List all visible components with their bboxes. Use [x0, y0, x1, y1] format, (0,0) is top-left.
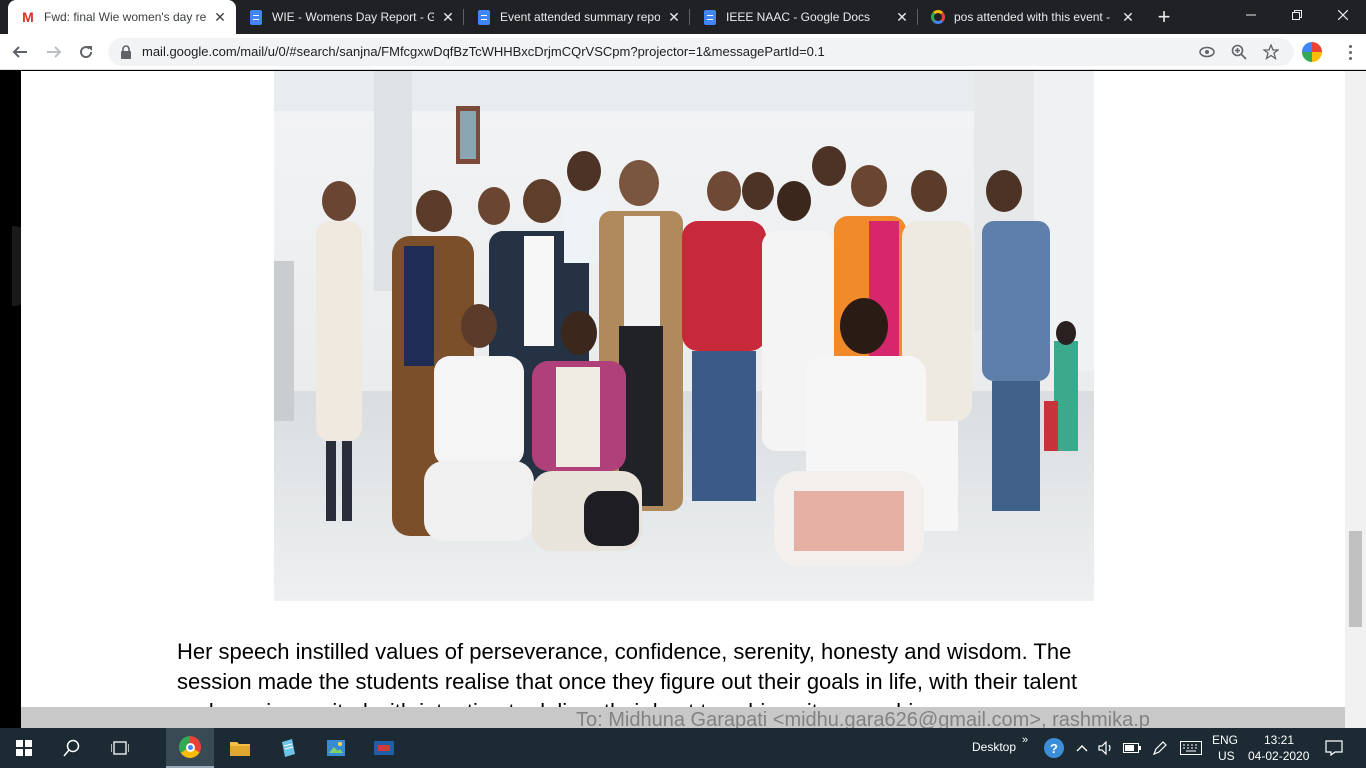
- pen-icon: [1152, 741, 1167, 756]
- search-button[interactable]: [48, 728, 96, 768]
- close-icon[interactable]: ✕: [1120, 9, 1136, 25]
- taskbar-chrome[interactable]: [166, 728, 214, 768]
- attachment-viewer: Her speech instilled values of persevera…: [0, 71, 1366, 731]
- chrome-icon: [179, 736, 201, 758]
- arrow-right-icon: [47, 46, 62, 58]
- remote-desktop-icon: [374, 741, 394, 755]
- task-view-button[interactable]: [96, 728, 144, 768]
- star-icon[interactable]: [1262, 43, 1280, 61]
- tab-strip: M Fwd: final Wie women's day re ✕ WIE - …: [0, 0, 1366, 34]
- action-center-button[interactable]: [1316, 728, 1352, 768]
- group-photo: [274, 71, 1094, 601]
- eye-icon[interactable]: [1198, 43, 1216, 61]
- image-icon: [327, 740, 345, 756]
- clock-date[interactable]: 04-02-2020: [1248, 749, 1309, 763]
- menu-icon[interactable]: [1340, 40, 1360, 64]
- search-icon: [63, 739, 80, 757]
- taskbar-app[interactable]: [360, 728, 408, 768]
- lock-icon: [121, 45, 131, 59]
- taskbar-notepad[interactable]: [264, 728, 312, 768]
- minimize-button[interactable]: [1228, 0, 1274, 30]
- language-indicator[interactable]: ENG: [1212, 733, 1238, 747]
- notification-icon: [1325, 740, 1343, 756]
- docs-icon: [248, 9, 264, 25]
- volume-button[interactable]: [1094, 728, 1118, 768]
- close-icon[interactable]: ✕: [212, 9, 228, 25]
- speaker-icon: [1098, 741, 1111, 755]
- windows-icon: [16, 740, 32, 756]
- url-text: mail.google.com/mail/u/0/#search/sanjna/…: [142, 44, 825, 59]
- reload-button[interactable]: [72, 38, 100, 66]
- tab-event-summary[interactable]: Event attended summary repor ✕: [464, 0, 690, 34]
- tab-title: Event attended summary repor: [500, 10, 660, 24]
- tab-title: pos attended with this event -: [954, 10, 1111, 24]
- notepad-icon: [282, 739, 295, 757]
- docs-icon: [476, 9, 492, 25]
- close-icon[interactable]: ✕: [894, 9, 910, 25]
- tab-wie-report[interactable]: WIE - Womens Day Report - G ✕: [236, 0, 464, 34]
- zoom-icon[interactable]: [1230, 43, 1248, 61]
- chevron-double-icon[interactable]: »: [1022, 734, 1028, 746]
- keyboard-icon: [1180, 741, 1202, 755]
- tab-gmail[interactable]: M Fwd: final Wie women's day re ✕: [8, 0, 236, 34]
- vertical-scrollbar[interactable]: [1345, 71, 1366, 728]
- tab-title: Fwd: final Wie women's day re: [44, 10, 206, 24]
- close-icon: [1338, 10, 1348, 20]
- battery-icon: [1123, 743, 1141, 753]
- close-icon[interactable]: ✕: [666, 9, 682, 25]
- extension-icon[interactable]: [1302, 42, 1322, 62]
- docs-icon: [702, 9, 718, 25]
- address-bar[interactable]: mail.google.com/mail/u/0/#search/sanjna/…: [108, 38, 1294, 66]
- tab-ieee-naac[interactable]: IEEE NAAC - Google Docs ✕: [690, 0, 918, 34]
- clock-time[interactable]: 13:21: [1264, 733, 1294, 747]
- arrow-left-icon: [12, 46, 27, 58]
- document-page: Her speech instilled values of persevera…: [21, 71, 1345, 724]
- show-hidden-icons[interactable]: [1070, 728, 1094, 768]
- restore-button[interactable]: [1274, 0, 1320, 30]
- tab-pos-attended[interactable]: pos attended with this event - ✕: [918, 0, 1144, 34]
- scrollbar-thumb[interactable]: [1349, 531, 1362, 627]
- back-button[interactable]: [6, 38, 34, 66]
- folder-icon: [230, 742, 250, 756]
- region-indicator[interactable]: US: [1218, 749, 1235, 763]
- reload-icon: [80, 46, 93, 59]
- start-button[interactable]: [0, 728, 48, 768]
- restore-icon: [1292, 10, 1302, 20]
- pen-button[interactable]: [1148, 728, 1172, 768]
- taskbar-paint[interactable]: [312, 728, 360, 768]
- tab-title: WIE - Womens Day Report - G: [272, 10, 434, 24]
- close-icon[interactable]: ✕: [440, 9, 456, 25]
- minimize-icon: [1246, 14, 1256, 16]
- taskbar-file-explorer[interactable]: [216, 728, 264, 768]
- gmail-icon: M: [22, 9, 34, 25]
- paragraph-line: session made the students realise that o…: [177, 669, 1078, 694]
- touch-keyboard-button[interactable]: [1176, 728, 1206, 768]
- new-tab-button[interactable]: +: [1152, 5, 1176, 29]
- browser-toolbar: mail.google.com/mail/u/0/#search/sanjna/…: [0, 34, 1366, 70]
- chevron-up-icon: [1076, 745, 1088, 752]
- paragraph-line: Her speech instilled values of persevera…: [177, 639, 1072, 664]
- close-window-button[interactable]: [1320, 0, 1366, 30]
- task-view-icon: [111, 741, 129, 755]
- forward-button[interactable]: [40, 38, 68, 66]
- google-icon: [930, 9, 946, 25]
- tab-title: IEEE NAAC - Google Docs: [726, 10, 871, 24]
- help-icon: ?: [1044, 738, 1064, 758]
- battery-button[interactable]: [1120, 728, 1144, 768]
- windows-taskbar: Desktop » ? ENG US 13:21 04-02-2020: [0, 728, 1366, 768]
- desktop-toolbar-label[interactable]: Desktop: [972, 740, 1016, 754]
